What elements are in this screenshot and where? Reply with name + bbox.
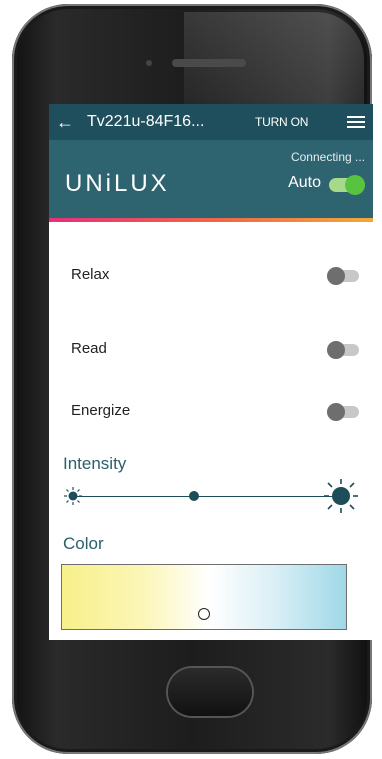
turn-on-button[interactable]: TURN ON [255, 115, 308, 129]
mode-row-energize: Energize [49, 392, 373, 432]
toggle-knob [345, 175, 365, 195]
brand-header: UNiLUX Connecting ... Auto [49, 140, 373, 222]
device-title: Tv221u-84F16... [87, 113, 205, 130]
color-picker[interactable] [61, 564, 347, 630]
color-picker-handle[interactable] [198, 608, 210, 620]
slider-track [73, 496, 343, 497]
mode-label: Read [71, 340, 107, 357]
relax-toggle[interactable] [327, 267, 359, 285]
intensity-slider[interactable] [63, 478, 359, 514]
home-button[interactable] [168, 668, 252, 716]
front-camera [146, 60, 152, 66]
mode-label: Relax [71, 266, 110, 283]
earpiece-speaker [172, 59, 246, 67]
auto-label: Auto [288, 174, 321, 191]
toggle-knob [327, 267, 345, 285]
mode-label: Energize [71, 402, 131, 419]
connection-status: Connecting ... [290, 150, 365, 164]
slider-thumb[interactable] [189, 491, 199, 501]
read-toggle[interactable] [327, 341, 359, 359]
mode-row-relax: Relax [49, 256, 373, 296]
intensity-label: Intensity [63, 454, 127, 473]
toggle-knob [327, 341, 345, 359]
sun-small-icon [64, 487, 82, 505]
sun-large-icon [324, 479, 358, 513]
app-screen: ← Tv221u-84F16... TURN ON UNiLUX Connect… [49, 104, 373, 640]
back-arrow-icon[interactable]: ← [51, 112, 79, 133]
hamburger-menu-icon[interactable] [347, 116, 365, 128]
color-label: Color [63, 534, 104, 553]
toggle-knob [327, 403, 345, 421]
unilux-logo: UNiLUX [65, 170, 170, 197]
app-bar: ← Tv221u-84F16... TURN ON [49, 104, 373, 140]
mode-row-read: Read [49, 330, 373, 370]
energize-toggle[interactable] [327, 403, 359, 421]
auto-toggle[interactable] [329, 175, 365, 195]
